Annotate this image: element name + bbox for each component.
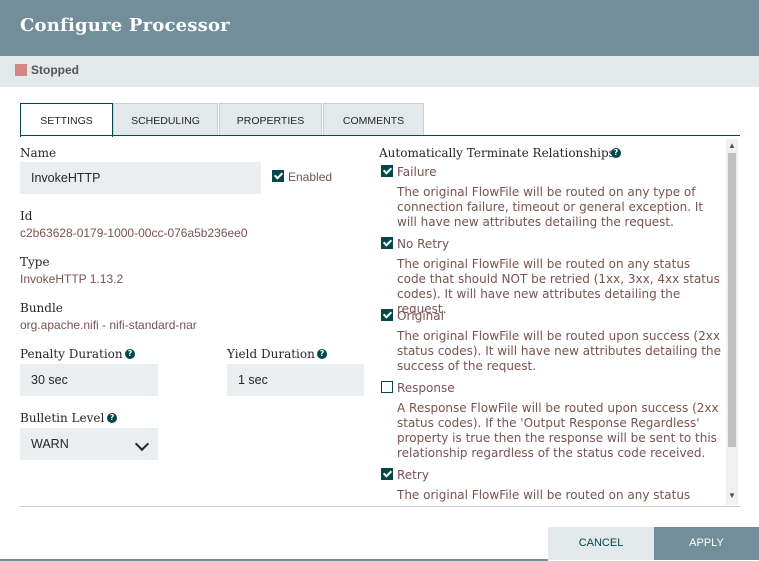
yield-duration-label: Yield Duration: [227, 347, 315, 361]
status-bar: [0, 56, 759, 87]
cancel-button[interactable]: Cancel: [548, 527, 654, 560]
dialog-header: Configure Processor: [0, 0, 759, 56]
relationship-desc-failure: The original FlowFile will be routed on …: [397, 185, 704, 229]
tab-scheduling[interactable]: Scheduling: [113, 103, 218, 135]
scroll-up-icon[interactable]: ▲: [728, 141, 736, 150]
relationship-desc-retry: The original FlowFile will be routed on …: [397, 488, 691, 504]
relationship-name-original: Original: [397, 309, 444, 323]
bulletin-help-icon[interactable]: ?: [107, 413, 117, 423]
type-value: InvokeHTTP 1.13.2: [20, 272, 124, 286]
name-input[interactable]: InvokeHTTP: [20, 162, 261, 194]
status-label: Stopped: [31, 63, 79, 77]
tab-properties[interactable]: Properties: [219, 103, 322, 135]
relationship-name-retry: Retry: [397, 468, 429, 482]
relationship-name-failure: Failure: [397, 165, 437, 179]
bulletin-level-label: Bulletin Level: [20, 411, 105, 425]
retry-checkbox[interactable]: [381, 468, 393, 480]
relationship-desc-response: A Response FlowFile will be routed upon …: [397, 401, 719, 460]
apply-button[interactable]: Apply: [654, 527, 759, 560]
response-checkbox[interactable]: [381, 381, 393, 393]
dialog-title: Configure Processor: [20, 15, 230, 36]
relationships-help-icon[interactable]: ?: [611, 148, 621, 158]
relationships-heading: Automatically Terminate Relationships: [379, 146, 615, 160]
tab-comments[interactable]: Comments: [323, 103, 424, 135]
footer-divider: [20, 506, 740, 507]
type-label: Type: [20, 255, 50, 269]
yield-duration-input[interactable]: 1 sec: [227, 364, 364, 396]
id-value: c2b63628-0179-1000-00cc-076a5b236ee0: [20, 226, 248, 240]
penalty-duration-input[interactable]: 30 sec: [20, 364, 158, 396]
penalty-help-icon[interactable]: ?: [125, 349, 135, 359]
original-checkbox[interactable]: [381, 309, 393, 321]
id-label: Id: [20, 209, 33, 223]
tab-settings[interactable]: Settings: [20, 103, 113, 137]
bundle-label: Bundle: [20, 301, 63, 315]
relationship-desc-no-retry: The original FlowFile will be routed on …: [397, 257, 720, 316]
yield-help-icon[interactable]: ?: [317, 349, 327, 359]
enabled-label: Enabled: [288, 170, 333, 184]
no-retry-checkbox[interactable]: [381, 237, 393, 249]
bundle-value: org.apache.nifi - nifi-standard-nar: [20, 318, 197, 332]
penalty-duration-label: Penalty Duration: [20, 347, 123, 361]
failure-checkbox[interactable]: [381, 165, 393, 177]
relationship-name-response: Response: [397, 381, 455, 395]
scroll-down-icon[interactable]: ▼: [728, 491, 736, 500]
relationship-desc-original: The original FlowFile will be routed upo…: [397, 329, 721, 373]
relationship-name-no-retry: No Retry: [397, 237, 450, 251]
enabled-checkbox[interactable]: [272, 170, 284, 182]
name-label: Name: [20, 146, 57, 160]
relationships-scrollbar[interactable]: ▲ ▼: [726, 139, 738, 505]
scrollbar-thumb[interactable]: [728, 153, 736, 447]
stopped-icon: [15, 64, 27, 76]
tab-underline: [20, 135, 740, 136]
